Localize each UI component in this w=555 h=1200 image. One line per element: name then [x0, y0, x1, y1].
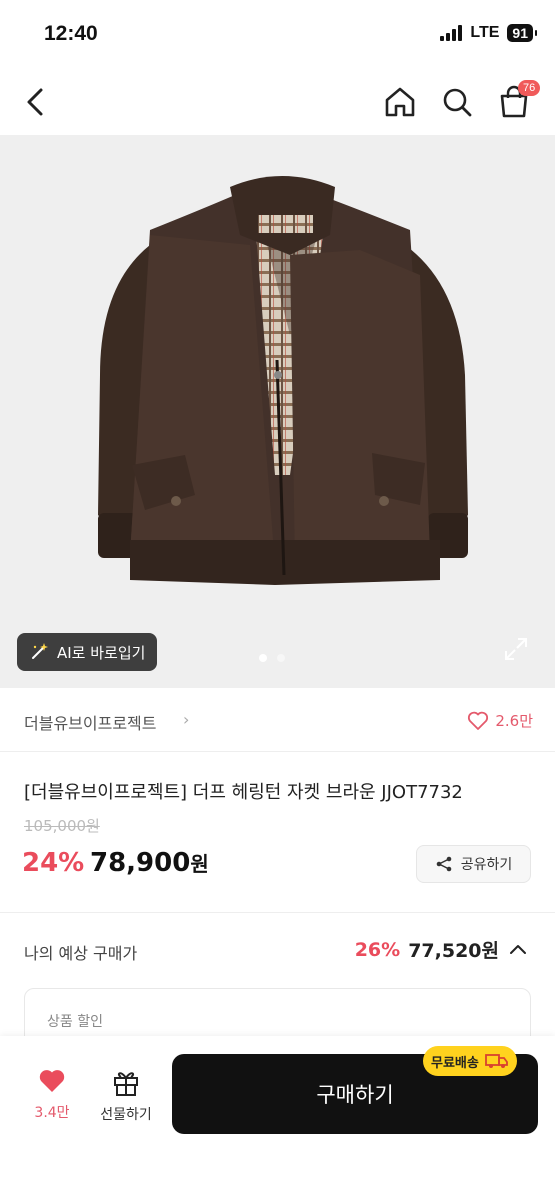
ai-try-on-button[interactable]: AI로 바로입기 [17, 633, 158, 671]
wishlist-button[interactable]: 3.4만 [24, 1068, 80, 1122]
truck-icon [484, 1054, 508, 1068]
fullscreen-button[interactable] [503, 636, 529, 662]
free-shipping-badge: 무료배송 [423, 1046, 517, 1076]
estimate-label: 나의 예상 구매가 [24, 944, 138, 963]
brand-like-count: 2.6만 [495, 712, 533, 730]
share-button[interactable]: 공유하기 [416, 845, 531, 883]
bottom-action-bar: 3.4만 선물하기 구매하기 무료배송 [0, 1036, 555, 1200]
jacket-image [98, 176, 468, 585]
carousel-dot[interactable] [259, 654, 267, 662]
estimate-price: 77,520원 [408, 940, 499, 962]
share-icon [436, 856, 452, 872]
wishlist-count: 3.4만 [34, 1105, 70, 1121]
status-indicators: LTE 91 [440, 24, 537, 42]
brand-like-button[interactable]: 2.6만 [467, 710, 533, 731]
original-price: 105,000원 [24, 817, 100, 835]
section-divider [0, 912, 555, 913]
sale-price-unit: 원 [190, 852, 209, 876]
signal-icon [440, 25, 463, 41]
heart-outline-icon [468, 711, 489, 730]
expand-icon [505, 638, 527, 660]
gift-icon [114, 1072, 138, 1096]
free-shipping-label: 무료배송 [431, 1055, 479, 1071]
battery-icon: 91 [507, 24, 537, 42]
home-icon [385, 87, 415, 117]
search-icon [443, 88, 472, 117]
product-title: [더블유브이프로젝트] 더프 헤링턴 자켓 브라운 JJOT7732 [24, 782, 463, 803]
product-discount-label: 상품 할인 [47, 1014, 103, 1030]
carousel-dot[interactable] [277, 654, 285, 662]
brand-row[interactable]: 더블유브이프로젝트 › 2.6만 [0, 690, 555, 752]
status-time: 12:40 [44, 22, 98, 45]
brand-name[interactable]: 더블유브이프로젝트 [24, 710, 156, 734]
carousel-dots [259, 654, 285, 662]
back-button[interactable] [18, 82, 54, 122]
top-nav [0, 70, 555, 134]
buy-label: 구매하기 [316, 1083, 394, 1107]
estimate-discount: 26% [354, 938, 401, 961]
discount-rate: 24% [22, 848, 85, 878]
search-button[interactable] [437, 82, 477, 122]
estimate-toggle[interactable]: 26% 77,520원 [355, 936, 529, 963]
sale-price-value: 78,900 [90, 848, 191, 878]
chevron-left-icon [27, 88, 43, 116]
product-image[interactable] [0, 135, 555, 688]
cart-badge: 76 [518, 80, 541, 96]
chevron-up-icon [510, 944, 526, 954]
ai-try-on-label: AI로 바로입기 [57, 643, 146, 662]
chevron-right-icon: › [183, 710, 190, 729]
magic-wand-icon [32, 643, 48, 659]
gift-label: 선물하기 [100, 1107, 152, 1123]
share-label: 공유하기 [460, 857, 513, 873]
network-label: LTE [470, 24, 500, 41]
sale-price: 78,900원 [90, 848, 209, 878]
status-bar: 12:40 LTE 91 [0, 0, 555, 70]
heart-filled-icon [39, 1070, 65, 1092]
gift-button[interactable]: 선물하기 [92, 1068, 160, 1124]
home-button[interactable] [380, 82, 420, 122]
